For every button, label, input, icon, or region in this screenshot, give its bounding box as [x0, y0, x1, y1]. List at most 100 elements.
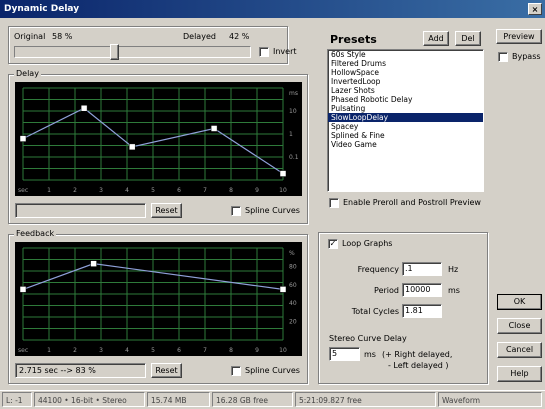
x-tick-label: 8: [229, 347, 233, 354]
curve-handle[interactable]: [279, 286, 287, 293]
delay-graph[interactable]: sec 1 2 3 4 5 6 7 8 9 10 ms 10 1 0.1: [15, 82, 302, 196]
loop-graphs-label: Loop Graphs: [342, 239, 393, 248]
x-tick-label: 4: [125, 187, 129, 194]
y-tick-label: 0.1: [289, 154, 299, 161]
preset-del-button[interactable]: Del: [455, 31, 481, 46]
x-tick-label: 7: [203, 347, 207, 354]
preset-item[interactable]: Pulsating: [328, 104, 483, 113]
frequency-input[interactable]: .1: [402, 262, 442, 276]
preset-item[interactable]: InvertedLoop: [328, 77, 483, 86]
x-tick-label: 7: [203, 187, 207, 194]
frequency-unit: Hz: [448, 265, 459, 274]
delay-group-title: Delay: [14, 69, 41, 78]
preset-item[interactable]: Spacey: [328, 122, 483, 131]
check-icon: ✓: [329, 239, 337, 248]
x-tick-label: 10: [279, 347, 287, 354]
status-disk-free: 16.28 GB free: [212, 392, 293, 407]
y-tick-label: 40: [289, 300, 297, 307]
status-cursor: L: -1: [2, 392, 32, 407]
feedback-graph-svg: sec 1 2 3 4 5 6 7 8 9 10% 80 60 40 20: [18, 247, 297, 354]
curve-handle[interactable]: [90, 260, 97, 267]
curve-handle[interactable]: [279, 170, 287, 177]
feedback-group-title: Feedback: [14, 229, 57, 238]
stereo-note-left: - Left delayed ): [388, 361, 449, 370]
unit-label: ms: [289, 90, 298, 97]
invert-checkbox[interactable]: [259, 47, 269, 57]
bypass-label: Bypass: [512, 52, 541, 61]
x-tick-label: 10: [279, 187, 287, 194]
x-tick-label: 8: [229, 187, 233, 194]
cancel-button[interactable]: Cancel: [497, 342, 542, 358]
invert-label: Invert: [273, 47, 297, 56]
delay-readout: [15, 203, 146, 218]
preset-add-button[interactable]: Add: [423, 31, 449, 46]
preset-item[interactable]: SlowLoopDelay: [328, 113, 483, 122]
stereo-note-right: (+ Right delayed,: [382, 350, 453, 359]
delay-reset-button[interactable]: Reset: [151, 203, 182, 218]
preroll-label: Enable Preroll and Postroll Preview: [343, 198, 481, 207]
delay-spline-label: Spline Curves: [245, 206, 300, 215]
preset-list[interactable]: 60s Style Filtered Drums HollowSpace Invert…: [327, 49, 484, 192]
original-label: Original: [14, 32, 46, 41]
original-value: 58 %: [52, 32, 73, 41]
delay-graph-svg: sec 1 2 3 4 5 6 7 8 9 10 ms 10 1 0.1: [18, 87, 299, 194]
curve-handle[interactable]: [210, 125, 218, 132]
total-cycles-input[interactable]: 1.81: [402, 304, 442, 318]
mix-slider-thumb[interactable]: [109, 44, 119, 60]
delay-spline-checkbox[interactable]: [231, 206, 241, 216]
curve-handle[interactable]: [19, 135, 27, 142]
delayed-label: Delayed: [183, 32, 216, 41]
status-size: 15.74 MB: [147, 392, 210, 407]
title-bar: Dynamic Delay ×: [0, 0, 545, 18]
x-tick-label: 5: [151, 187, 155, 194]
stereo-delay-input[interactable]: 5: [329, 347, 360, 361]
status-view: Waveform: [438, 392, 542, 407]
x-tick-label: 5: [151, 347, 155, 354]
preset-item[interactable]: Lazer Shots: [328, 86, 483, 95]
window-title: Dynamic Delay: [4, 4, 80, 14]
close-window-button[interactable]: ×: [528, 3, 542, 15]
x-prefix-label: sec: [18, 187, 28, 194]
mix-slider-track[interactable]: [14, 46, 251, 58]
status-format: 44100 • 16-bit • Stereo: [34, 392, 145, 407]
preview-button[interactable]: Preview: [496, 29, 542, 44]
stereo-delay-unit: ms: [364, 350, 376, 359]
y-tick-label: 80: [289, 263, 297, 270]
y-tick-label: 60: [289, 282, 297, 289]
x-tick-label: 3: [99, 347, 103, 354]
loop-graphs-checkbox[interactable]: ✓: [328, 239, 338, 249]
preset-item[interactable]: HollowSpace: [328, 68, 483, 77]
x-tick-label: 3: [99, 187, 103, 194]
close-button[interactable]: Close: [497, 318, 542, 334]
unit-label: %: [289, 250, 295, 257]
stereo-delay-label: Stereo Curve Delay: [329, 334, 407, 343]
frequency-label: Frequency: [357, 265, 399, 274]
y-tick-label: 10: [289, 108, 297, 115]
preset-item[interactable]: Phased Robotic Delay: [328, 95, 483, 104]
curve-handle[interactable]: [80, 104, 88, 112]
help-button[interactable]: Help: [497, 366, 542, 382]
curve-handle[interactable]: [19, 286, 27, 293]
preset-item[interactable]: 60s Style: [328, 50, 483, 59]
close-icon: ×: [531, 5, 539, 14]
curve-handle[interactable]: [128, 143, 136, 151]
feedback-readout: 2.715 sec --> 83 %: [15, 363, 146, 378]
feedback-spline-checkbox[interactable]: [231, 366, 241, 376]
preset-item[interactable]: Filtered Drums: [328, 59, 483, 68]
x-prefix-label: sec: [18, 347, 28, 354]
period-unit: ms: [448, 286, 460, 295]
feedback-spline-label: Spline Curves: [245, 366, 300, 375]
ok-button[interactable]: OK: [497, 294, 542, 310]
feedback-readout-text: 2.715 sec --> 83 %: [19, 366, 96, 375]
preset-item[interactable]: Splined & Fine: [328, 131, 483, 140]
period-input[interactable]: 10000: [402, 283, 442, 297]
preset-item[interactable]: Video Game: [328, 140, 483, 149]
x-tick-label: 2: [73, 347, 77, 354]
preroll-checkbox[interactable]: [329, 198, 339, 208]
feedback-graph[interactable]: sec 1 2 3 4 5 6 7 8 9 10% 80 60 40 20: [15, 242, 302, 356]
bypass-checkbox[interactable]: [498, 52, 508, 62]
x-tick-label: 1: [47, 187, 51, 194]
feedback-reset-button[interactable]: Reset: [151, 363, 182, 378]
x-tick-label: 2: [73, 187, 77, 194]
x-tick-label: 9: [255, 187, 259, 194]
